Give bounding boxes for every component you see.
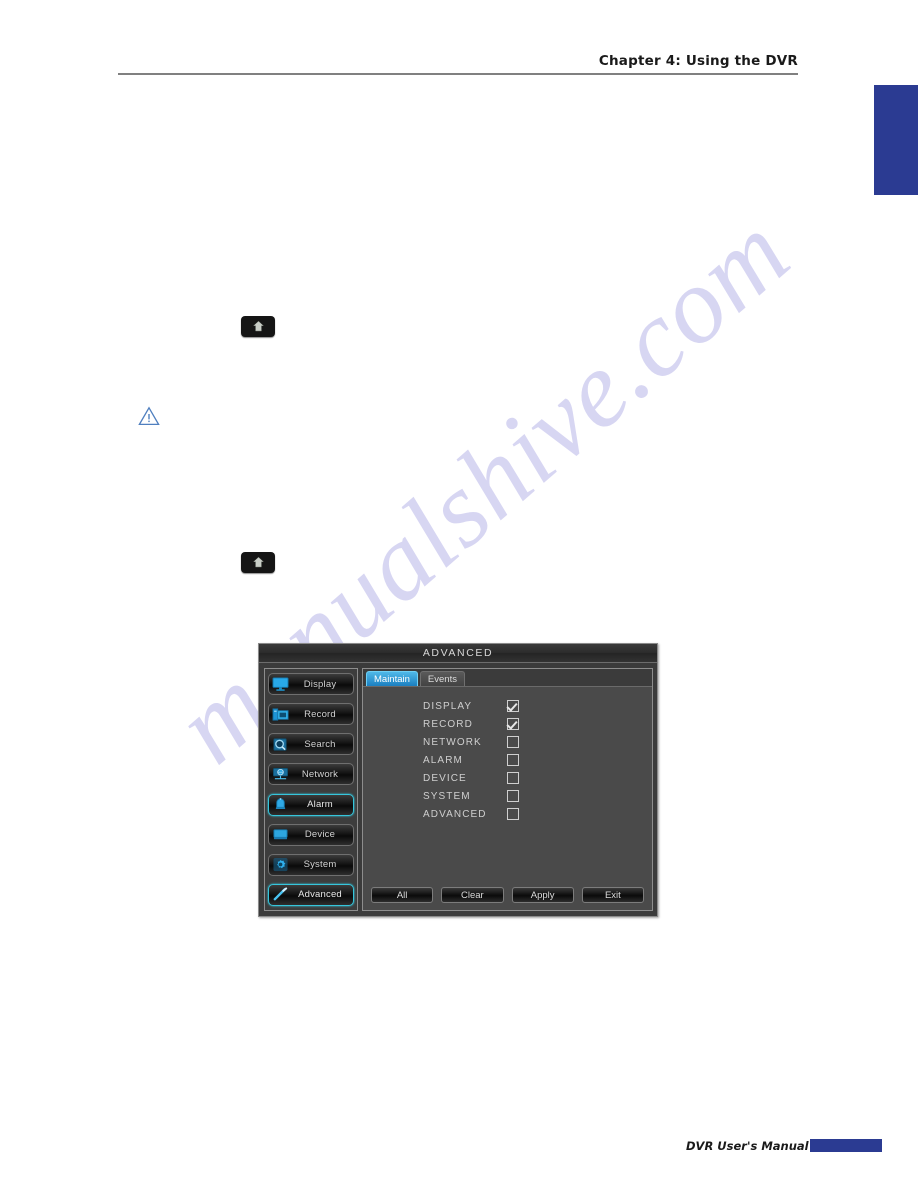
sidebar-item-label: Device (304, 829, 336, 841)
magnifier-icon (271, 736, 290, 753)
dvr-title-bar: ADVANCED (259, 644, 657, 663)
sidebar-item-device[interactable]: Device (268, 823, 354, 846)
hdd-icon (271, 826, 290, 843)
sidebar-item-network[interactable]: Network (268, 763, 354, 786)
checkbox-network[interactable] (507, 736, 519, 748)
checkbox-row-display: DISPLAY (423, 697, 652, 715)
header-rule (118, 73, 798, 75)
sidebar-item-advanced[interactable]: Advanced (268, 883, 354, 906)
chapter-side-tab (874, 85, 918, 195)
checkbox-row-network: NETWORK (423, 733, 652, 751)
checkbox-label: DISPLAY (423, 700, 473, 712)
footer-title: DVR User's Manual (686, 1139, 809, 1153)
sidebar-item-display[interactable]: Display (268, 673, 354, 695)
dvr-button-row: All Clear Apply Exit (363, 887, 652, 910)
sidebar-item-label: Display (303, 678, 337, 690)
checkbox-label: SYSTEM (423, 790, 471, 802)
recorder-icon (271, 706, 290, 723)
checkbox-record[interactable] (507, 718, 519, 730)
all-button[interactable]: All (371, 887, 434, 903)
sidebar-item-label: Alarm (307, 799, 333, 811)
sidebar-item-label: Search (304, 738, 336, 750)
checkbox-label: RECORD (423, 718, 473, 730)
maintain-checkbox-list: DISPLAY RECORD NETWORK ALARM DEVICE SYST… (363, 697, 652, 823)
checkbox-system[interactable] (507, 790, 519, 802)
footer-accent-bar (810, 1139, 882, 1152)
dvr-sidebar: Display Record Search Network Alarm Devi… (264, 668, 358, 911)
clear-button[interactable]: Clear (441, 887, 504, 903)
home-key-button-top (241, 316, 275, 337)
checkbox-label: ALARM (423, 754, 463, 766)
page-header-title: Chapter 4: Using the DVR (598, 53, 798, 69)
checkbox-row-record: RECORD (423, 715, 652, 733)
globe-icon (271, 766, 290, 783)
dvr-advanced-dialog: ADVANCED Display Record Search Network A… (258, 643, 658, 917)
gear-icon (271, 856, 290, 873)
sidebar-item-record[interactable]: Record (268, 703, 354, 726)
tab-maintain[interactable]: Maintain (366, 671, 418, 686)
checkbox-row-system: SYSTEM (423, 787, 652, 805)
checkbox-row-device: DEVICE (423, 769, 652, 787)
apply-button[interactable]: Apply (511, 887, 574, 903)
sidebar-item-label: Network (301, 768, 339, 780)
manual-page: manualshive.com Chapter 4: Using the DVR (0, 0, 918, 1188)
checkbox-alarm[interactable] (507, 754, 519, 766)
tab-events[interactable]: Events (419, 671, 465, 686)
dvr-window-title: ADVANCED (422, 647, 494, 659)
monitor-icon (271, 676, 290, 693)
dvr-tabstrip: Maintain Events (363, 669, 652, 687)
checkbox-label: NETWORK (423, 736, 482, 748)
checkbox-label: ADVANCED (423, 808, 487, 820)
home-key-icon (252, 556, 265, 569)
warning-triangle-icon (138, 406, 160, 426)
home-key-icon (252, 320, 265, 333)
checkbox-display[interactable] (507, 700, 519, 712)
dvr-content-panel: Maintain Events DISPLAY RECORD NETWORK A… (362, 668, 653, 911)
maintain-panel: DISPLAY RECORD NETWORK ALARM DEVICE SYST… (363, 687, 652, 887)
home-key-button-bottom (241, 552, 275, 573)
sidebar-item-label: Advanced (298, 889, 342, 901)
checkbox-device[interactable] (507, 772, 519, 784)
checkbox-row-advanced: ADVANCED (423, 805, 652, 823)
sidebar-item-label: Record (304, 708, 336, 720)
dvr-body: Display Record Search Network Alarm Devi… (259, 663, 657, 916)
checkbox-row-alarm: ALARM (423, 751, 652, 769)
sidebar-item-search[interactable]: Search (268, 733, 354, 756)
checkbox-advanced[interactable] (507, 808, 519, 820)
sidebar-item-system[interactable]: System (268, 853, 354, 876)
sidebar-item-alarm[interactable]: Alarm (268, 793, 354, 816)
screwdriver-icon (271, 886, 290, 903)
exit-button[interactable]: Exit (581, 887, 644, 903)
bell-icon (271, 796, 290, 813)
checkbox-label: DEVICE (423, 772, 467, 784)
sidebar-item-label: System (303, 859, 337, 871)
